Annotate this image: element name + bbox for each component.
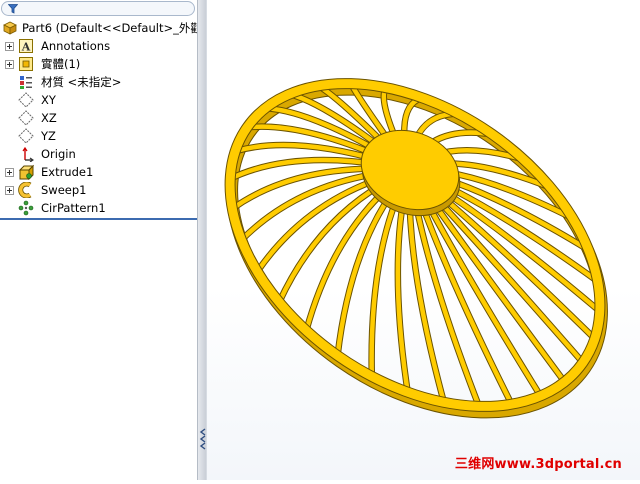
svg-text:A: A xyxy=(21,41,31,54)
tree-item-label: Sweep1 xyxy=(41,183,87,197)
tree-item-label: 材質 <未指定> xyxy=(41,75,122,89)
filter-bar[interactable] xyxy=(1,1,195,16)
tree-item-label: Extrude1 xyxy=(41,165,94,179)
expand-icon[interactable] xyxy=(5,168,14,177)
tree-item-label: XZ xyxy=(41,111,57,125)
fan-guard-model[interactable] xyxy=(207,0,640,480)
tree-item-plane-xz[interactable]: XZ xyxy=(0,109,197,127)
sweep-icon xyxy=(18,182,32,198)
tree-item-cirpattern1[interactable]: CirPattern1 xyxy=(0,199,197,217)
plane-icon xyxy=(18,110,34,126)
tree-item-plane-xy[interactable]: XY xyxy=(0,91,197,109)
tree-item-annotations[interactable]: A Annotations xyxy=(0,37,197,55)
tree-item-plane-yz[interactable]: YZ xyxy=(0,127,197,145)
tree-item-solid-bodies[interactable]: 實體(1) xyxy=(0,55,197,73)
tree-item-origin[interactable]: Origin xyxy=(0,145,197,163)
panel-divider xyxy=(0,218,197,220)
tree-item-label: CirPattern1 xyxy=(41,201,106,215)
tree-item-label: Annotations xyxy=(41,39,111,53)
plane-icon xyxy=(18,128,34,144)
graphics-viewport[interactable]: 三维网www.3dportal.cn xyxy=(207,0,640,480)
tree-item-label: XY xyxy=(41,93,56,107)
tree-item-sweep1[interactable]: Sweep1 xyxy=(0,181,197,199)
tree-item-extrude1[interactable]: Extrude1 xyxy=(0,163,197,181)
part-icon xyxy=(3,21,17,35)
part-label: Part6 (Default<<Default>_外觀 xyxy=(22,21,202,35)
circular-pattern-icon xyxy=(18,200,34,216)
annotations-icon: A xyxy=(19,39,33,54)
tree-item-label: Origin xyxy=(41,147,76,161)
tree-item-material[interactable]: 材質 <未指定> xyxy=(0,73,197,91)
solid-bodies-icon xyxy=(19,57,33,71)
filter-icon[interactable] xyxy=(8,4,18,14)
plane-icon xyxy=(18,92,34,108)
tree-item-part[interactable]: Part6 (Default<<Default>_外觀 xyxy=(0,19,202,37)
expand-icon[interactable] xyxy=(5,186,14,195)
expand-icon[interactable] xyxy=(5,60,14,69)
origin-icon xyxy=(22,146,34,162)
extrude-icon xyxy=(18,164,34,180)
panel-splitter[interactable] xyxy=(197,0,207,480)
watermark: 三维网www.3dportal.cn xyxy=(454,457,622,472)
collapse-arrows-icon[interactable] xyxy=(199,426,207,452)
expand-icon[interactable] xyxy=(5,42,14,51)
material-icon xyxy=(20,76,32,89)
feature-manager-panel: Part6 (Default<<Default>_外觀 A Annotation… xyxy=(0,0,202,480)
tree-item-label: 實體(1) xyxy=(41,57,81,71)
tree-item-label: YZ xyxy=(41,129,56,143)
